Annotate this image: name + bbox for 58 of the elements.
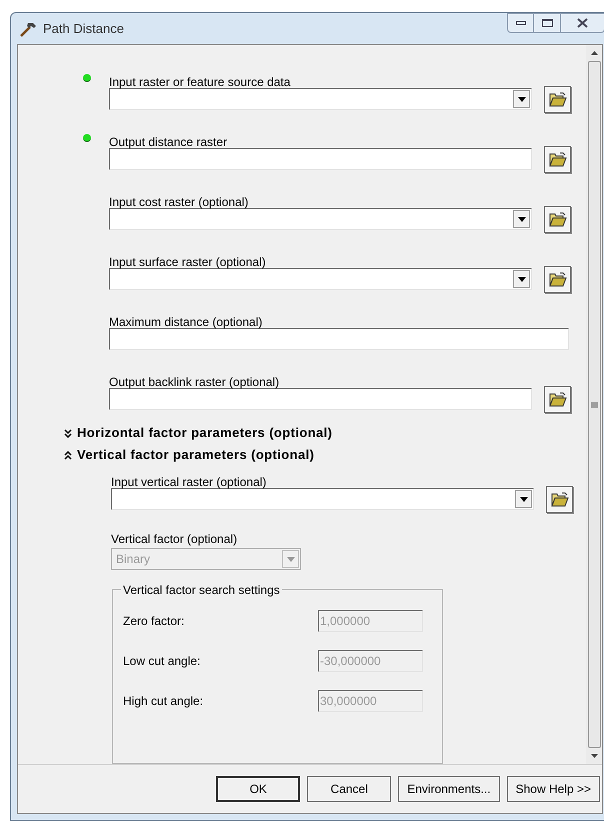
- caret-icon: [518, 216, 526, 222]
- section-toggle[interactable]: Vertical factor parameters (optional): [18, 446, 586, 464]
- combo-box[interactable]: [109, 88, 532, 110]
- input-field[interactable]: [109, 148, 532, 170]
- combo-box[interactable]: [109, 208, 532, 230]
- field-label: Maximum distance (optional): [109, 315, 262, 329]
- caret-icon: [286, 556, 294, 562]
- field-label: Vertical factor (optional): [111, 531, 238, 548]
- caret-icon: [520, 496, 528, 502]
- folder-icon: [548, 392, 566, 407]
- expand-icon: [64, 428, 72, 438]
- field-label: Input surface raster (optional): [109, 255, 266, 269]
- field-label: Input vertical raster (optional): [111, 475, 266, 489]
- dropdown-button[interactable]: [515, 490, 532, 508]
- folder-icon: [548, 272, 566, 287]
- collapse-icon: [64, 450, 72, 460]
- close-icon: [577, 18, 588, 28]
- scroll-thumb[interactable]: [588, 61, 600, 748]
- scrollbar[interactable]: [586, 45, 602, 764]
- hammer-icon: [19, 20, 37, 36]
- dropdown-button[interactable]: [513, 210, 530, 228]
- maximize-button[interactable]: [534, 13, 561, 33]
- browse-button[interactable]: [546, 486, 573, 513]
- combo-box[interactable]: [109, 268, 532, 290]
- dropdown-button[interactable]: [513, 90, 530, 108]
- field-label: Low cut angle:: [123, 653, 200, 670]
- field-label: Input cost raster (optional): [109, 195, 248, 209]
- input-field[interactable]: [109, 388, 532, 410]
- combo-box[interactable]: [111, 488, 534, 510]
- field-label: Output distance raster: [109, 135, 228, 149]
- close-button[interactable]: [561, 13, 604, 33]
- field-label: Input raster or feature source data: [109, 75, 290, 89]
- window-title: Path Distance: [43, 20, 124, 38]
- scroll-up-icon: [590, 51, 598, 55]
- field-label: High cut angle:: [123, 693, 204, 710]
- field-label: Zero factor:: [123, 613, 184, 630]
- folder-icon: [548, 152, 566, 167]
- browse-button[interactable]: [544, 86, 571, 113]
- dialog-button[interactable]: Environments...: [398, 776, 500, 802]
- field-label: Output backlink raster (optional): [109, 375, 280, 389]
- grip-icon: [590, 402, 598, 408]
- folder-icon: [548, 212, 566, 227]
- browse-button[interactable]: [544, 266, 571, 293]
- folder-icon: [550, 492, 568, 507]
- dialog-button[interactable]: Cancel: [307, 776, 392, 802]
- input-field[interactable]: [109, 328, 569, 350]
- dropdown-button[interactable]: [513, 270, 530, 288]
- minimize-button[interactable]: [507, 13, 534, 33]
- caret-icon: [518, 96, 526, 102]
- section-toggle[interactable]: Horizontal factor parameters (optional): [18, 424, 586, 442]
- browse-button[interactable]: [544, 206, 571, 233]
- browse-button[interactable]: [544, 146, 571, 173]
- dialog-button[interactable]: Show Help >>: [506, 776, 600, 802]
- browse-button[interactable]: [544, 386, 571, 413]
- dialog-button[interactable]: OK: [216, 776, 300, 802]
- folder-icon: [548, 92, 566, 107]
- caret-icon: [518, 276, 526, 282]
- scroll-down-icon: [590, 754, 598, 758]
